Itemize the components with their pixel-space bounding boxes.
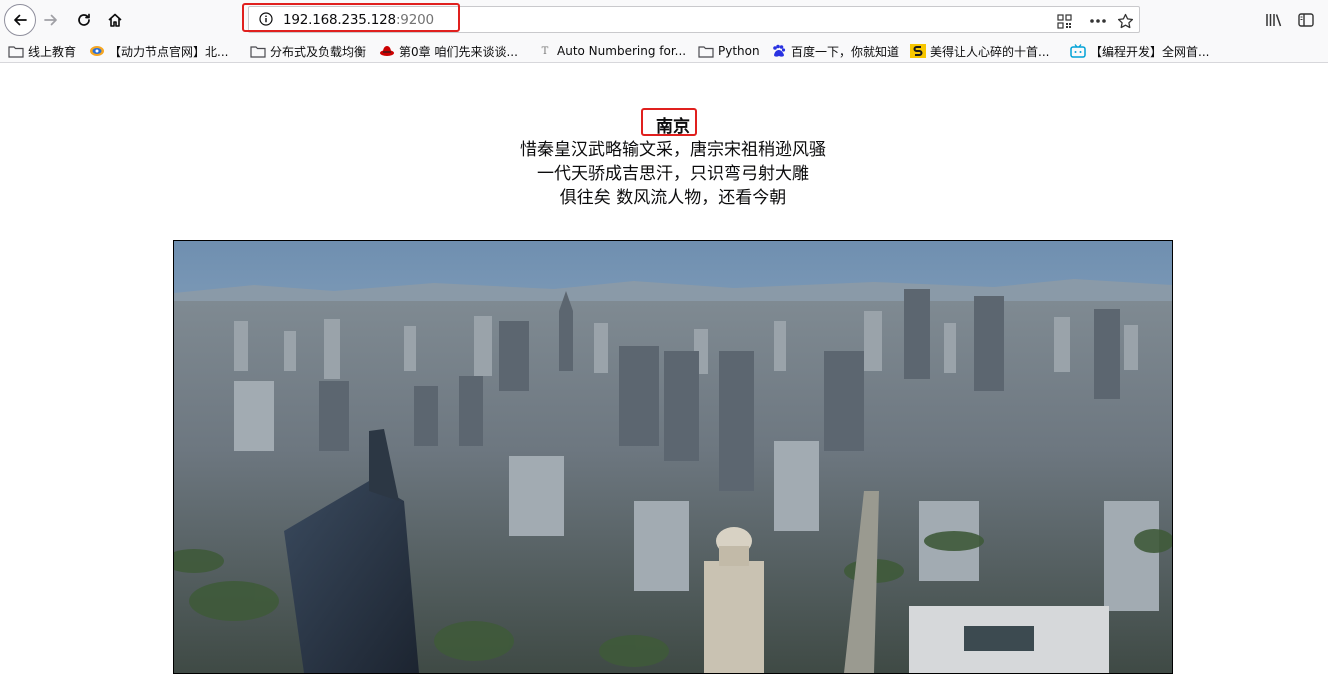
bookmark-label: 【动力节点官网】北... [109, 44, 229, 59]
sidebar-icon [1298, 13, 1314, 27]
bookmark-star-button[interactable] [1116, 12, 1134, 30]
forward-button[interactable] [36, 5, 66, 35]
url-bar[interactable]: 192.168.235.128:9200 [248, 6, 1140, 33]
bookmark-label: 百度一下，你就知道 [791, 44, 900, 59]
reload-button[interactable] [69, 5, 99, 35]
more-icon [1090, 19, 1106, 23]
bookmark-label: 美得让人心碎的十首... [930, 44, 1050, 59]
sidebar-button[interactable] [1291, 5, 1321, 35]
folder-icon [8, 44, 24, 58]
bookmark-item[interactable]: 分布式及负载均衡 [250, 42, 366, 60]
bookmark-item[interactable]: 美得让人心碎的十首... [910, 42, 1049, 60]
bookmarks-toolbar: 线上教育 【动力节点官网】北... 分布式及负载均衡 第0章 咱们先来谈谈...… [0, 40, 1328, 63]
browser-toolbar: 192.168.235.128:9200 [0, 0, 1328, 40]
home-button[interactable] [100, 5, 130, 35]
baidu-icon [771, 44, 787, 58]
bookmark-label: Python [718, 44, 760, 58]
bookmark-item[interactable]: Python [698, 42, 760, 60]
bookmark-label: 第0章 咱们先来谈谈... [399, 44, 518, 59]
url-text[interactable]: 192.168.235.128:9200 [283, 12, 434, 28]
poem-line: 惜秦皇汉武略输文采，唐宗宋祖稍逊风骚 [520, 140, 826, 160]
qr-code-button[interactable] [1055, 12, 1073, 30]
bookmark-label: Auto Numbering for... [557, 44, 687, 58]
folder-icon [250, 44, 266, 58]
more-button[interactable] [1089, 12, 1107, 30]
info-icon[interactable] [259, 12, 273, 26]
s-icon [910, 44, 926, 58]
bookmark-label: 分布式及负载均衡 [270, 44, 367, 59]
poem-line: 一代天骄成吉思汗，只识弯弓射大雕 [537, 164, 809, 184]
bilibili-icon [1070, 44, 1086, 58]
bookmark-item[interactable]: 【动力节点官网】北... [89, 42, 228, 60]
bookmark-item[interactable]: 第0章 咱们先来谈谈... [379, 42, 518, 60]
reload-icon [78, 13, 90, 26]
library-button[interactable] [1259, 5, 1289, 35]
bookmark-item[interactable]: 百度一下，你就知道 [771, 42, 899, 60]
bookmark-label: 【编程开发】全网首... [1090, 44, 1210, 59]
t-icon: T [541, 45, 549, 57]
qr-code-icon [1056, 13, 1072, 29]
back-button[interactable] [4, 4, 36, 36]
star-icon [1117, 13, 1133, 28]
url-host: 192.168.235.128 [283, 12, 396, 28]
forward-icon [44, 14, 57, 26]
redhat-icon [379, 44, 395, 58]
site-icon [89, 44, 105, 58]
folder-icon [698, 44, 714, 58]
home-icon [108, 13, 122, 27]
poem-line: 俱往矣 数风流人物，还看今朝 [559, 188, 787, 208]
bookmark-item[interactable]: 线上教育 [8, 42, 76, 60]
title-highlight-box [641, 108, 697, 136]
back-icon [14, 14, 27, 26]
url-port: :9200 [395, 12, 434, 28]
bookmark-item[interactable]: T Auto Numbering for... [537, 42, 686, 60]
bookmark-item[interactable]: 【编程开发】全网首... [1070, 42, 1209, 60]
library-icon [1266, 14, 1282, 27]
bookmark-label: 线上教育 [28, 44, 77, 59]
city-skyline-photo [173, 240, 1173, 674]
